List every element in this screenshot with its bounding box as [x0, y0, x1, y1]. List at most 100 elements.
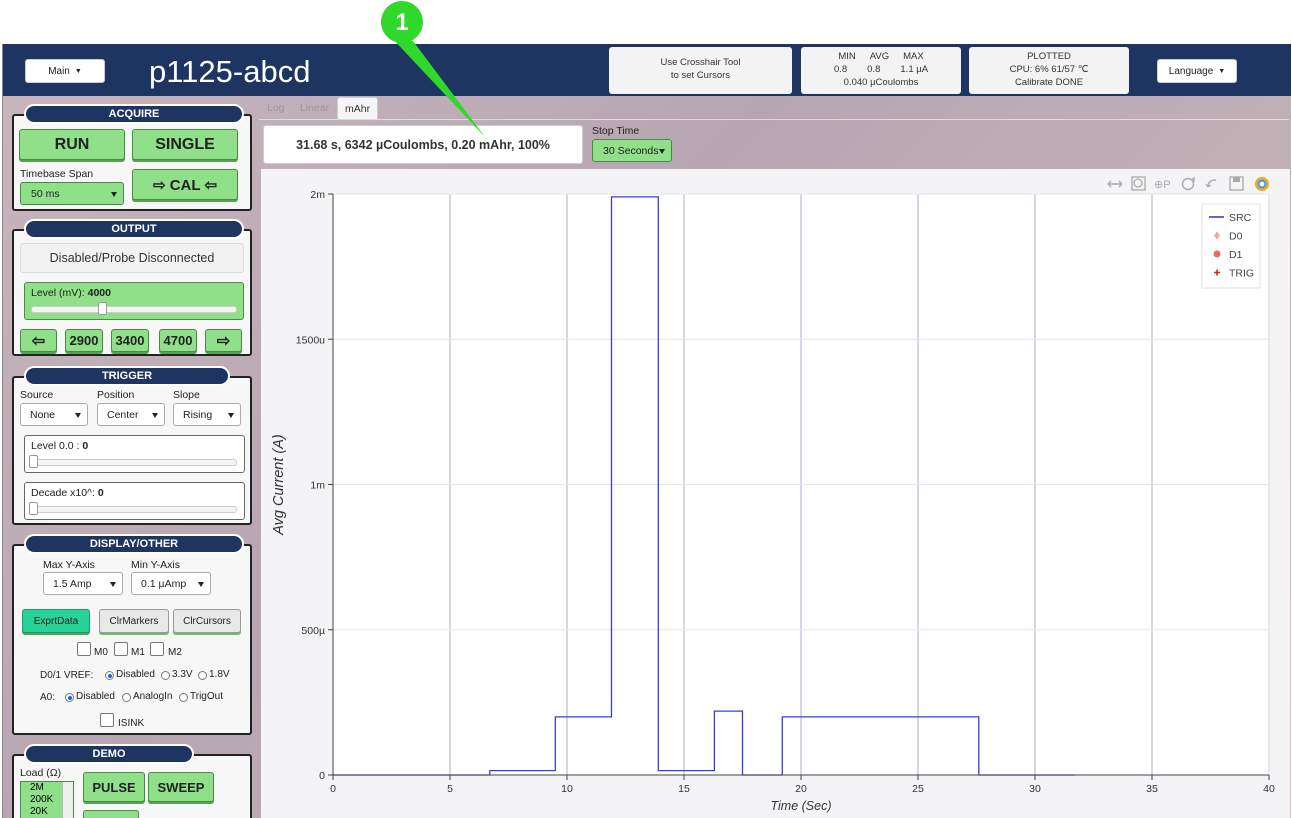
y-tick-label: 500µ [301, 625, 325, 637]
preset-button-1[interactable]: 3400 [111, 329, 149, 352]
run-button[interactable]: RUN [19, 129, 125, 160]
output-level-track[interactable] [31, 306, 237, 313]
legend-label-trig[interactable]: TRIG [1229, 268, 1254, 280]
trigger-title: TRIGGER [24, 366, 230, 386]
wheel-zoom-icon[interactable]: ⊕P [1152, 179, 1172, 197]
stats-min-label: MIN [838, 51, 856, 62]
vref-1v8-label: 1.8V [209, 669, 230, 680]
caret-down-icon [110, 581, 116, 587]
trigger-slope-label: Slope [173, 389, 200, 401]
stats-max-label: MAX [903, 51, 924, 62]
legend-label-d0[interactable]: D0 [1229, 231, 1243, 243]
plot-toolbar: ⊕P [1104, 173, 1269, 197]
vref-1v8-radio[interactable] [198, 671, 207, 680]
pan-icon[interactable] [1104, 173, 1126, 197]
status-line1: PLOTTED [1027, 51, 1071, 62]
caret-down-icon [228, 412, 234, 418]
tab-divider [259, 119, 1289, 120]
page-title: p1125-abcd [149, 54, 311, 89]
y-tick-label: 2m [310, 189, 325, 201]
cal-button[interactable]: ⇨ CAL ⇦ [132, 169, 238, 200]
trigger-decade-track[interactable] [31, 506, 237, 513]
caret-down-icon [75, 412, 81, 418]
y-tick-label: 0 [319, 770, 325, 782]
stop-time-label: Stop Time [592, 125, 640, 137]
reset-icon[interactable] [1181, 176, 1195, 191]
undo-icon[interactable] [1205, 179, 1217, 188]
vref-label: D0/1 VREF: [40, 670, 94, 681]
trigger-level-track[interactable] [31, 459, 237, 466]
x-tick-label: 20 [795, 783, 807, 795]
stop-time-select[interactable]: 30 Seconds [592, 139, 672, 162]
x-tick-label: 25 [912, 783, 924, 795]
caret-down-icon [152, 412, 158, 418]
trigger-decade-slider-handle[interactable] [29, 502, 38, 515]
preset-button-0[interactable]: 2900 [65, 329, 103, 352]
marker-m2-checkbox[interactable] [150, 642, 164, 656]
marker-m0-checkbox[interactable] [77, 642, 91, 656]
trigger-position-select[interactable]: Center [97, 403, 165, 426]
preset-button-2[interactable]: 4700 [159, 329, 197, 352]
clear-cursors-button[interactable]: ClrCursors [173, 609, 241, 633]
a0-trigout-radio[interactable] [179, 693, 188, 702]
demo-extra-button[interactable] [83, 810, 139, 818]
trigger-level-slider-handle[interactable] [29, 455, 38, 468]
isink-checkbox[interactable] [100, 713, 114, 727]
stats-box: MIN AVG MAX 0.8 0.8 1.1 µA 0.040 µCoulom… [801, 47, 961, 94]
sweep-button[interactable]: SWEEP [148, 772, 214, 802]
legend-label-src[interactable]: SRC [1229, 212, 1252, 224]
single-button[interactable]: SINGLE [132, 129, 238, 160]
vref-3v3-label: 3.3V [172, 669, 193, 680]
current-chart[interactable]: ⊕P 0 5 10 15 20 25 30 35 40 0 500µ 1m 1500u 2m Time (S… [261, 169, 1290, 818]
stats-avg-label: AVG [869, 51, 890, 62]
marker-m0-label: M0 [94, 647, 108, 658]
trigger-slope-select[interactable]: Rising [173, 403, 241, 426]
trigger-slope-value: Rising [183, 408, 213, 421]
max-y-label: Max Y-Axis [43, 559, 95, 571]
max-y-select[interactable]: 1.5 Amp [43, 572, 123, 595]
tab-log[interactable]: Log [267, 97, 285, 119]
marker-m1-label: M1 [131, 647, 145, 658]
main-menu-button[interactable]: Main ▼ [25, 59, 105, 83]
save-icon[interactable] [1226, 176, 1246, 197]
marker-m2-label: M2 [168, 647, 182, 658]
timebase-select[interactable]: 50 ms [20, 182, 124, 205]
marker-m1-checkbox[interactable] [114, 642, 128, 656]
chevron-down-icon: ▼ [1218, 67, 1226, 75]
level-decrease-button[interactable]: ⇦ [20, 329, 57, 352]
a0-analogin-radio[interactable] [122, 693, 131, 702]
output-level-slider-handle[interactable] [98, 302, 108, 315]
vref-disabled-radio[interactable] [105, 671, 114, 680]
load-list-scrollbar[interactable] [62, 782, 73, 818]
plot-legend[interactable]: SRC D0 D1 TRIG [1201, 203, 1261, 289]
x-tick-label: 5 [447, 783, 453, 795]
bokeh-logo-icon[interactable] [1255, 177, 1269, 191]
vref-3v3-radio[interactable] [161, 671, 170, 680]
language-button[interactable]: Language ▼ [1157, 59, 1237, 83]
x-tick-label: 0 [330, 783, 336, 795]
caret-down-icon [111, 191, 117, 197]
x-tick-label: 30 [1029, 783, 1041, 795]
box-zoom-icon[interactable] [1131, 176, 1146, 191]
a0-analogin-label: AnalogIn [133, 691, 173, 702]
timebase-label: Timebase Span [20, 168, 94, 180]
a0-trigout-label: TrigOut [190, 691, 223, 702]
demo-panel: DEMO Load (Ω) 2M 200K 20K PULSE SWEEP [12, 744, 252, 818]
min-y-select[interactable]: 0.1 µAmp [131, 572, 211, 595]
pulse-button[interactable]: PULSE [83, 772, 145, 802]
legend-label-d1[interactable]: D1 [1229, 249, 1243, 261]
a0-disabled-radio[interactable] [65, 693, 74, 702]
trigger-source-select[interactable]: None [20, 403, 88, 426]
load-list[interactable]: 2M 200K 20K [20, 781, 74, 818]
x-tick-label: 15 [678, 783, 690, 795]
display-panel: DISPLAY/OTHER Max Y-Axis 1.5 Amp Min Y-A… [12, 534, 252, 735]
output-level-value: 4000 [87, 287, 111, 299]
export-data-button[interactable]: ExprtData [22, 609, 90, 633]
trigger-source-label: Source [20, 389, 54, 401]
legend-glyph-d1 [1213, 250, 1221, 258]
tab-linear[interactable]: Linear [300, 97, 329, 119]
x-tick-label: 10 [561, 783, 573, 795]
clear-markers-button[interactable]: ClrMarkers [99, 609, 169, 633]
level-increase-button[interactable]: ⇨ [205, 329, 242, 352]
tab-mahr[interactable]: mAhr [337, 97, 379, 119]
